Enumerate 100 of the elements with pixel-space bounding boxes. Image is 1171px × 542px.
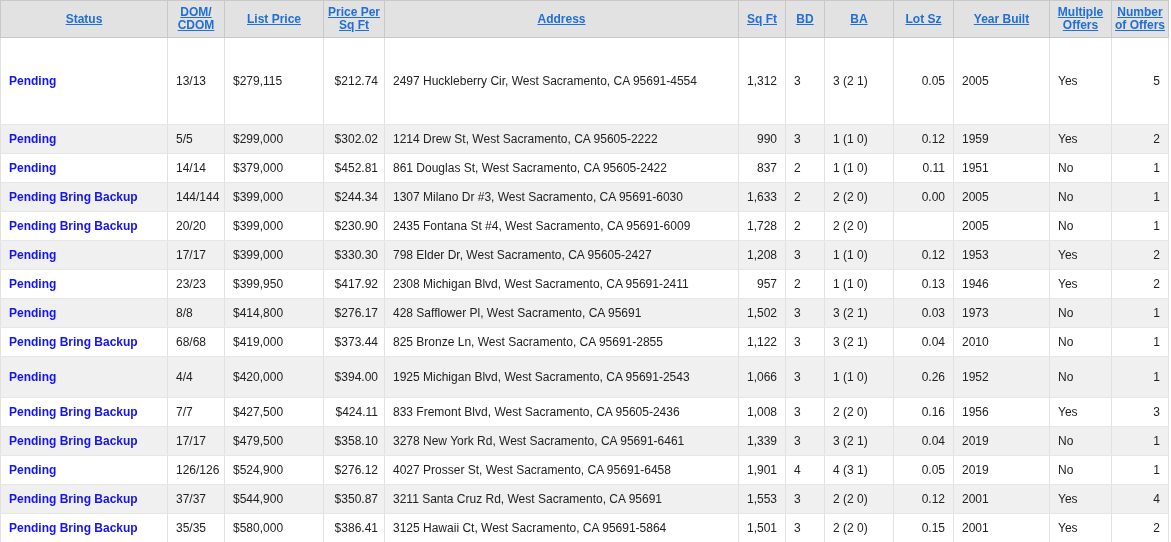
table-cell: $379,000 — [233, 161, 284, 175]
table-cell: 1,339 — [747, 434, 778, 448]
table-cell: 1 (1 0) — [833, 370, 868, 384]
table-cell: 0.04 — [921, 335, 945, 349]
table-cell: 1,633 — [747, 190, 778, 204]
table-cell: 0.11 — [922, 161, 945, 175]
table-cell: 2 — [794, 277, 801, 291]
table-cell: 2497 Huckleberry Cir, West Sacramento, CA 95691-4554 — [393, 74, 697, 88]
table-cell: 1 (1 0) — [833, 132, 868, 146]
table-cell: 1,728 — [747, 219, 778, 233]
table-cell: $279,115 — [233, 74, 283, 88]
table-cell: $386.41 — [334, 521, 378, 535]
table-cell: 3 — [794, 306, 801, 320]
listing-link[interactable]: Pending — [9, 248, 57, 262]
table-cell: $479,500 — [233, 434, 284, 448]
table-cell: 1 (1 0) — [833, 248, 868, 262]
table-cell: 1959 — [962, 132, 989, 146]
table-cell: 3278 New York Rd, West Sacramento, CA 95691-6461 — [393, 434, 685, 448]
table-cell: 1956 — [962, 405, 989, 419]
table-cell: 0.12 — [921, 132, 945, 146]
table-cell: 3 — [794, 74, 801, 88]
table-cell: 1214 Drew St, West Sacramento, CA 95605-2222 — [393, 132, 658, 146]
table-cell: 5 — [1153, 74, 1160, 88]
table-cell: 861 Douglas St, West Sacramento, CA 95605-2422 — [393, 161, 667, 175]
table-cell: 1,122 — [747, 335, 778, 349]
table-cell: 2 (2 0) — [833, 219, 868, 233]
table-cell: 23/23 — [176, 277, 207, 291]
table-cell: $452.81 — [334, 161, 378, 175]
table-cell: 35/35 — [176, 521, 207, 535]
table-cell: 1 — [1153, 219, 1160, 233]
table-cell: 4027 Prosser St, West Sacramento, CA 95691-6458 — [393, 463, 671, 477]
table-cell: 2 — [1153, 132, 1160, 146]
table-cell: $358.10 — [334, 434, 378, 448]
table-cell: 17/17 — [176, 248, 207, 262]
table-cell: $399,000 — [233, 219, 284, 233]
table-cell: No — [1058, 463, 1074, 477]
table-cell: 3 — [794, 521, 801, 535]
table-cell: 957 — [756, 277, 777, 291]
table-cell: 0.26 — [921, 370, 945, 384]
table-cell: 1946 — [962, 277, 989, 291]
listing-link[interactable]: Pending — [9, 161, 57, 175]
table-cell: 144/144 — [176, 190, 220, 204]
table-cell: 68/68 — [176, 335, 207, 349]
table-cell: 2019 — [962, 434, 989, 448]
table-cell: 1,066 — [747, 370, 778, 384]
table-cell: 37/37 — [176, 492, 207, 506]
table-cell: 3 — [794, 492, 801, 506]
table-cell: 2005 — [962, 219, 989, 233]
table-cell: 1 — [1153, 434, 1160, 448]
table-cell: 3211 Santa Cruz Rd, West Sacramento, CA 95691 — [393, 492, 663, 506]
table-cell: 4 — [794, 463, 801, 477]
table-cell: Yes — [1058, 277, 1078, 291]
table-cell: $302.02 — [334, 132, 378, 146]
listing-link[interactable]: Pending — [9, 370, 57, 384]
table-cell: 1,502 — [747, 306, 778, 320]
table-cell: Yes — [1058, 405, 1078, 419]
table-cell: 0.12 — [921, 248, 945, 262]
table-cell: 126/126 — [176, 463, 220, 477]
table-cell: 17/17 — [176, 434, 207, 448]
table-cell: 2 (2 0) — [833, 405, 868, 419]
table-cell: 1,312 — [747, 74, 778, 88]
table-cell: $417.92 — [334, 277, 378, 291]
table-cell: 3 — [794, 405, 801, 419]
table-cell: 3 (2 1) — [833, 335, 868, 349]
table-cell: 1,008 — [747, 405, 778, 419]
listing-link[interactable]: Pending — [9, 132, 57, 146]
table-cell: $276.17 — [334, 306, 378, 320]
table-cell: $394.00 — [334, 370, 378, 384]
listing-link[interactable]: Pending — [9, 277, 57, 291]
table-cell: 1,553 — [747, 492, 778, 506]
table-cell: $276.12 — [334, 463, 378, 477]
listing-link[interactable]: Pending — [9, 463, 57, 477]
table-cell: 1 — [1153, 335, 1160, 349]
table-cell: 3 (2 1) — [833, 434, 868, 448]
table-cell: $350.87 — [334, 492, 378, 506]
table-cell: $427,500 — [233, 405, 284, 419]
listing-link[interactable]: Pending — [9, 74, 57, 88]
table-cell: 3 — [794, 434, 801, 448]
table-cell: 14/14 — [176, 161, 207, 175]
table-cell: 2001 — [962, 492, 989, 506]
table-cell: 3 — [794, 335, 801, 349]
listing-link[interactable]: Pending — [9, 306, 57, 320]
table-cell: $524,900 — [233, 463, 284, 477]
table-cell: 2 — [1153, 277, 1160, 291]
table-cell: 990 — [756, 132, 777, 146]
table-cell: $299,000 — [233, 132, 284, 146]
table-cell: $399,000 — [233, 190, 284, 204]
table-cell: 13/13 — [176, 74, 207, 88]
table-cell: 1952 — [962, 370, 989, 384]
table-cell: 1 — [1153, 306, 1160, 320]
table-cell: 8/8 — [176, 306, 193, 320]
table-cell: 3 — [1153, 405, 1160, 419]
table-cell: $419,000 — [233, 335, 284, 349]
table-cell: 825 Bronze Ln, West Sacramento, CA 95691-2855 — [393, 335, 663, 349]
table-cell: No — [1058, 306, 1074, 320]
table-cell: $244.34 — [334, 190, 378, 204]
table-cell: $373.44 — [334, 335, 378, 349]
table-cell: 0.15 — [921, 521, 945, 535]
table-cell: 1 (1 0) — [833, 161, 868, 175]
table-cell: 0.16 — [921, 405, 945, 419]
